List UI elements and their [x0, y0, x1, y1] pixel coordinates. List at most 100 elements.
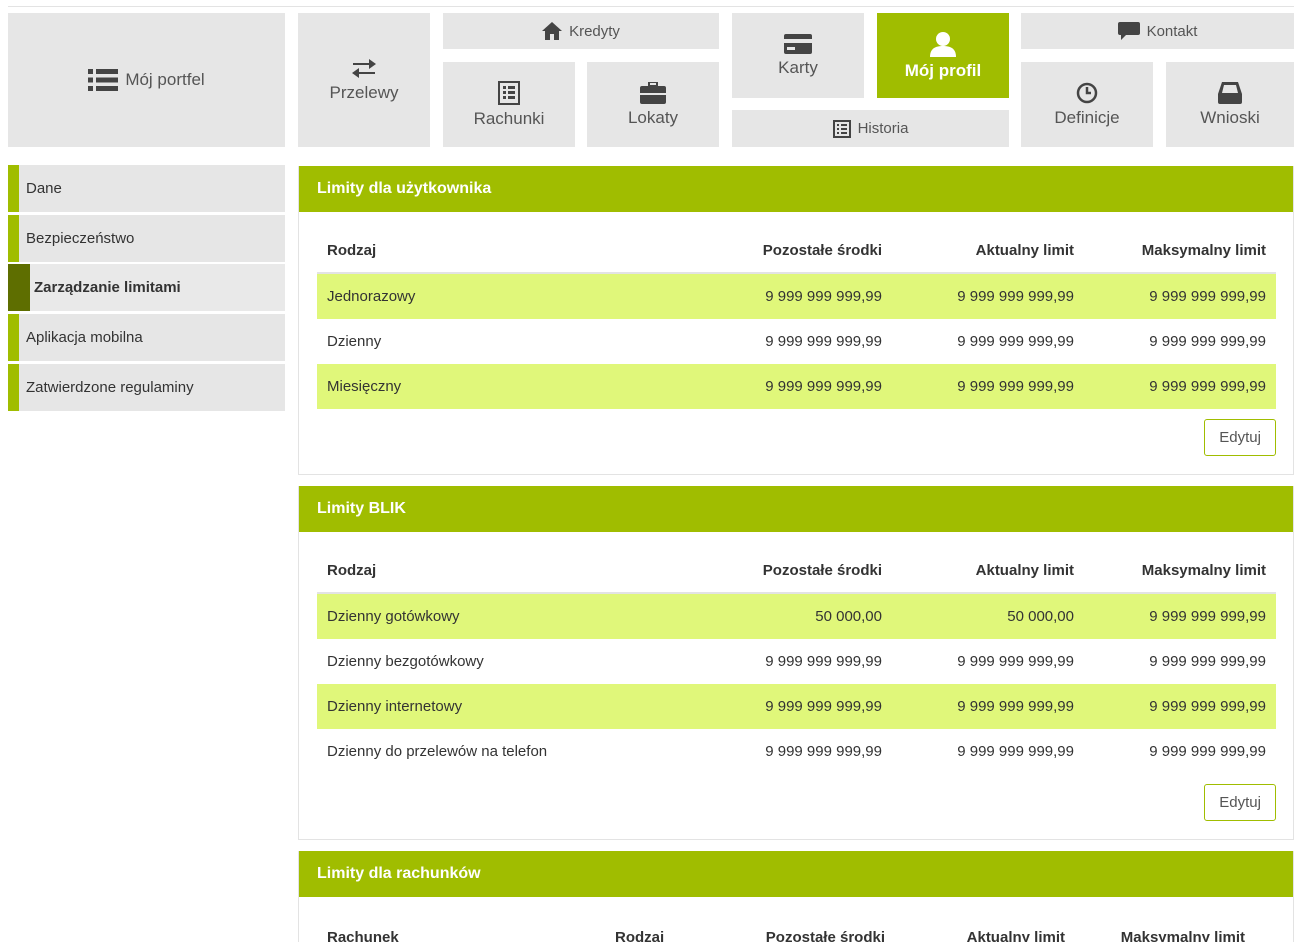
col-rodzaj: Rodzaj	[615, 928, 665, 942]
cell-pozostale: 9 999 999 999,99	[765, 288, 882, 305]
blik-limits-table: Rodzaj Pozostałe środki Aktualny limit M…	[317, 532, 1276, 774]
sidebar-item-label: Zarządzanie limitami	[34, 279, 181, 296]
transfer-arrows-icon	[351, 57, 377, 79]
cell-aktualny: 9 999 999 999,99	[957, 333, 1074, 350]
col-aktualny: Aktualny limit	[966, 928, 1065, 942]
home-icon	[542, 22, 563, 40]
user-icon	[930, 31, 956, 57]
col-maksymalny: Maksymalny limit	[1141, 562, 1266, 579]
col-pozostale: Pozostałe środki	[765, 928, 885, 942]
sidebar-item-label: Bezpieczeństwo	[26, 230, 135, 247]
cell-aktualny: 50 000,00	[1007, 608, 1074, 625]
nav-lokaty[interactable]: Lokaty	[587, 62, 719, 147]
ledger-icon	[498, 80, 520, 105]
table-row: Dzienny 9 999 999 999,99 9 999 999 999,9…	[317, 319, 1276, 364]
nav-karty[interactable]: Karty	[732, 13, 864, 98]
col-aktualny: Aktualny limit	[975, 562, 1074, 579]
briefcase-icon	[640, 81, 666, 104]
col-maksymalny: Maksymalny limit	[1120, 928, 1245, 942]
nav-kontakt-label: Kontakt	[1146, 22, 1198, 40]
col-rachunek: Rachunek	[327, 928, 399, 942]
sidebar-item-aplikacja-mobilna[interactable]: Aplikacja mobilna	[8, 314, 285, 361]
cell-maksymalny: 9 999 999 999,99	[1149, 653, 1266, 670]
inbox-icon	[1218, 81, 1242, 104]
cell-aktualny: 9 999 999 999,99	[957, 653, 1074, 670]
table-row: Dzienny do przelewów na telefon 9 999 99…	[317, 729, 1276, 774]
cell-pozostale: 50 000,00	[815, 608, 882, 625]
sidebar-item-label: Dane	[26, 180, 62, 197]
cell-rodzaj: Dzienny	[327, 333, 382, 350]
nav-historia-label: Historia	[857, 120, 909, 137]
panel-title: Limity dla rachunków	[299, 851, 1293, 897]
chat-bubble-icon	[1117, 22, 1140, 40]
sidebar-item-zatwierdzone-regulaminy[interactable]: Zatwierdzone regulaminy	[8, 364, 285, 411]
cell-maksymalny: 9 999 999 999,99	[1149, 333, 1266, 350]
cell-aktualny: 9 999 999 999,99	[957, 743, 1074, 760]
cell-pozostale: 9 999 999 999,99	[765, 653, 882, 670]
nav-rachunki[interactable]: Rachunki	[443, 62, 575, 147]
cell-aktualny: 9 999 999 999,99	[957, 288, 1074, 305]
cell-aktualny: 9 999 999 999,99	[957, 698, 1074, 715]
nav-wnioski[interactable]: Wnioski	[1166, 62, 1294, 147]
col-rodzaj: Rodzaj	[327, 242, 377, 259]
history-list-icon	[832, 119, 851, 138]
panel-title: Limity dla użytkownika	[299, 166, 1293, 212]
col-aktualny: Aktualny limit	[975, 242, 1074, 259]
cell-maksymalny: 9 999 999 999,99	[1149, 378, 1266, 395]
table-row: Dzienny bezgotówkowy 9 999 999 999,99 9 …	[317, 639, 1276, 684]
cell-rodzaj: Dzienny do przelewów na telefon	[327, 743, 548, 760]
nav-moj-portfel[interactable]: Mój portfel	[8, 13, 285, 147]
user-limits-table: Rodzaj Pozostałe środki Aktualny limit M…	[317, 212, 1276, 409]
list-icon	[88, 69, 119, 91]
table-row: Miesięczny 9 999 999 999,99 9 999 999 99…	[317, 364, 1276, 409]
cell-rodzaj: Dzienny bezgotówkowy	[327, 653, 484, 670]
cell-rodzaj: Miesięczny	[327, 378, 402, 395]
cell-rodzaj: Dzienny gotówkowy	[327, 608, 460, 625]
nav-lokaty-label: Lokaty	[627, 107, 679, 127]
nav-karty-label: Karty	[778, 57, 818, 77]
panel-user-limits: Limity dla użytkownika Rodzaj Pozostałe …	[298, 166, 1294, 475]
nav-przelewy[interactable]: Przelewy	[298, 13, 430, 147]
cell-pozostale: 9 999 999 999,99	[765, 333, 882, 350]
sidebar-item-bezpieczenstwo[interactable]: Bezpieczeństwo	[8, 215, 285, 262]
panel-account-limits: Limity dla rachunków Rachunek Rodzaj Poz…	[298, 851, 1294, 942]
panel-blik-limits: Limity BLIK Rodzaj Pozostałe środki Aktu…	[298, 486, 1294, 840]
nav-wnioski-label: Wnioski	[1200, 107, 1260, 127]
cell-pozostale: 9 999 999 999,99	[765, 698, 882, 715]
sidebar-item-zarzadzanie-limitami[interactable]: Zarządzanie limitami	[8, 264, 285, 311]
nav-rachunki-label: Rachunki	[473, 108, 545, 128]
panel-title: Limity BLIK	[299, 486, 1293, 532]
table-header: Rodzaj Pozostałe środki Aktualny limit M…	[317, 532, 1276, 594]
cell-maksymalny: 9 999 999 999,99	[1149, 743, 1266, 760]
col-rodzaj: Rodzaj	[327, 562, 377, 579]
top-divider	[8, 6, 1294, 7]
nav-definicje[interactable]: Definicje	[1021, 62, 1153, 147]
clock-icon	[1076, 82, 1098, 104]
table-row: Jednorazowy 9 999 999 999,99 9 999 999 9…	[317, 274, 1276, 319]
cell-rodzaj: Jednorazowy	[327, 288, 416, 305]
edit-blik-limits-button[interactable]: Edytuj	[1204, 784, 1276, 821]
edit-user-limits-button[interactable]: Edytuj	[1204, 419, 1276, 456]
col-maksymalny: Maksymalny limit	[1141, 242, 1266, 259]
cell-pozostale: 9 999 999 999,99	[765, 378, 882, 395]
table-row: Dzienny gotówkowy 50 000,00 50 000,00 9 …	[317, 594, 1276, 639]
cell-aktualny: 9 999 999 999,99	[957, 378, 1074, 395]
table-row: Dzienny internetowy 9 999 999 999,99 9 9…	[317, 684, 1276, 729]
nav-kredyty-label: Kredyty	[569, 22, 620, 40]
nav-moj-portfel-label: Mój portfel	[125, 70, 205, 89]
sidebar-item-dane[interactable]: Dane	[8, 165, 285, 212]
nav-moj-profil-label: Mój profil	[904, 60, 982, 80]
table-header: Rachunek Rodzaj Pozostałe środki Aktualn…	[317, 897, 1276, 942]
sidebar-item-label: Aplikacja mobilna	[26, 329, 143, 346]
sidebar-item-label: Zatwierdzone regulaminy	[26, 379, 194, 396]
nav-historia[interactable]: Historia	[732, 110, 1009, 147]
nav-kredyty[interactable]: Kredyty	[443, 13, 719, 49]
nav-przelewy-label: Przelewy	[329, 83, 399, 102]
cell-maksymalny: 9 999 999 999,99	[1149, 288, 1266, 305]
nav-kontakt[interactable]: Kontakt	[1021, 13, 1294, 49]
nav-moj-profil[interactable]: Mój profil	[877, 13, 1009, 98]
cell-maksymalny: 9 999 999 999,99	[1149, 698, 1266, 715]
cell-pozostale: 9 999 999 999,99	[765, 743, 882, 760]
card-icon	[784, 33, 812, 54]
account-limits-table: Rachunek Rodzaj Pozostałe środki Aktualn…	[317, 897, 1276, 942]
